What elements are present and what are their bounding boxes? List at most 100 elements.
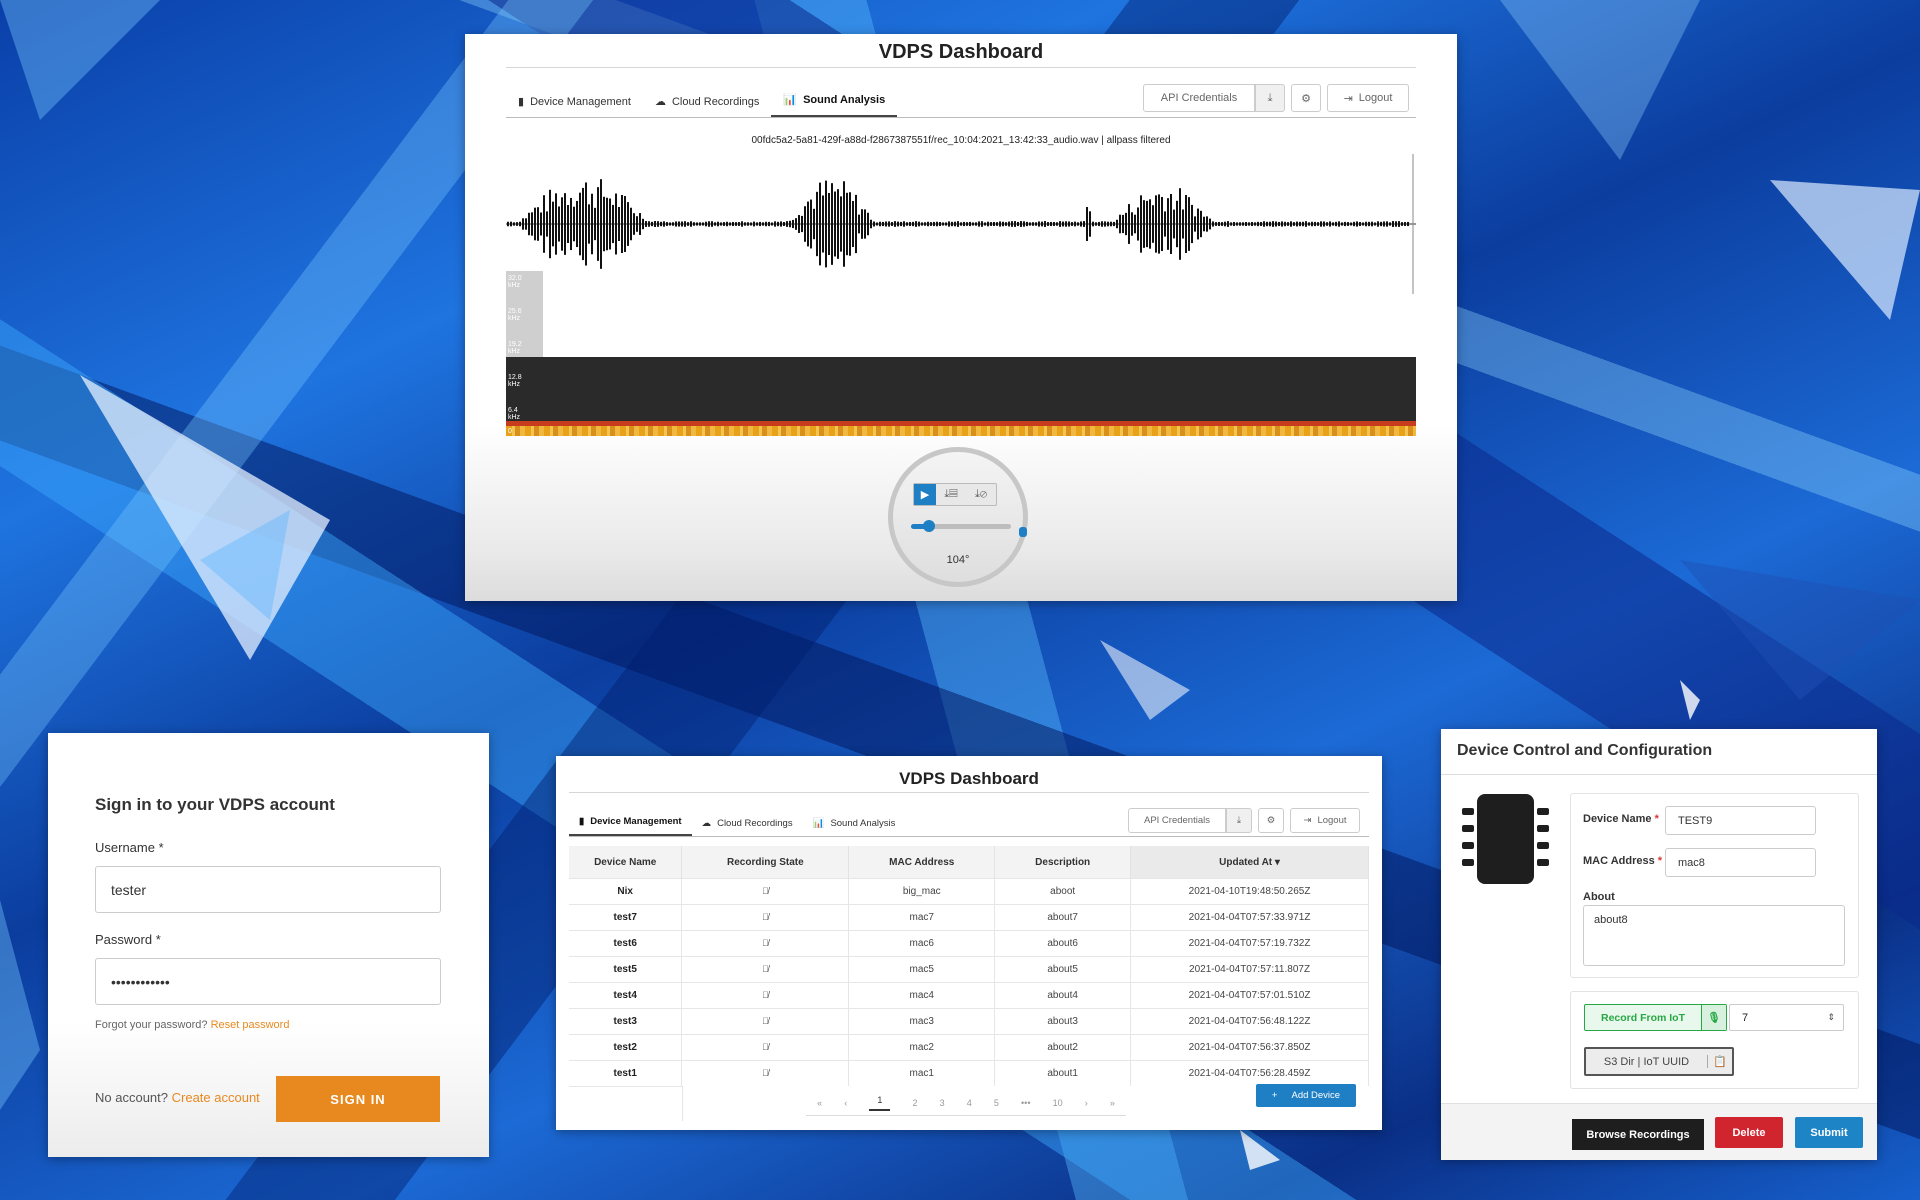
mac-address-cell: mac6 (848, 930, 996, 957)
column-header-updated-at[interactable]: Updated At ▾ (1130, 846, 1369, 879)
recording-state-cell: 🎙̸ (681, 878, 850, 905)
column-header[interactable]: Device Name (569, 846, 683, 879)
updated-at-cell: 2021-04-04T07:56:48.122Z (1130, 1008, 1369, 1035)
description-cell: about1 (994, 1060, 1132, 1086)
spinner-icon: ⇕ (1827, 1012, 1835, 1022)
page-link[interactable]: ••• (1021, 1098, 1030, 1108)
device-name-cell: test4 (569, 982, 683, 1009)
description-cell: about3 (994, 1008, 1132, 1035)
download-file-button[interactable]: ⤓▤ (936, 484, 966, 505)
api-credentials-button[interactable]: API Credentials (1128, 808, 1226, 833)
mac-address-cell: big_mac (848, 878, 996, 905)
device-config-panel: Device Control and Configuration Device … (1441, 729, 1877, 1160)
column-header[interactable]: MAC Address (848, 846, 996, 879)
about-textarea[interactable]: about8 (1583, 905, 1845, 966)
page-link[interactable]: « (817, 1098, 822, 1108)
download-button[interactable]: ⤓ (1226, 808, 1252, 833)
tab-cloud-recordings[interactable]: ☁ Cloud Recordings (643, 86, 771, 117)
record-from-iot-button[interactable]: Record From IoT 🎙 (1584, 1004, 1727, 1031)
table-row[interactable]: test6 🎙̸ mac6 about6 2021-04-04T07:57:19.732… (569, 930, 1369, 957)
table-row[interactable]: test2 🎙̸ mac2 about2 2021-04-04T07:56:37.850… (569, 1034, 1369, 1061)
tab-sound-analysis[interactable]: 📊 Sound Analysis (771, 84, 898, 117)
reset-password-link[interactable]: Reset password (211, 1019, 290, 1031)
dial-handle[interactable] (1019, 527, 1027, 537)
sign-in-button[interactable]: SIGN IN (276, 1076, 440, 1122)
page-link[interactable]: 1 (869, 1095, 891, 1111)
mac-address-field[interactable]: mac8 (1665, 848, 1816, 877)
device-name-cell: test1 (569, 1060, 683, 1086)
record-count-stepper[interactable]: 7 ⇕ (1729, 1004, 1844, 1031)
freq-label: 32.0 kHz (508, 275, 522, 289)
volume-slider[interactable] (911, 520, 1011, 532)
logout-button[interactable]: ⇥ Logout (1290, 808, 1360, 833)
tab-sound-analysis[interactable]: 📊 Sound Analysis (803, 810, 906, 836)
recording-state-cell: 🎙̸ (681, 1008, 850, 1035)
device-name-field[interactable]: TEST9 (1665, 806, 1816, 835)
freq-label: 25.6 kHz (508, 308, 522, 322)
page-link[interactable]: 2 (912, 1098, 917, 1108)
tab-device-management[interactable]: ▮ Device Management (569, 808, 692, 836)
browse-recordings-button[interactable]: Browse Recordings (1572, 1119, 1704, 1150)
recording-state-cell: 🎙̸ (681, 1060, 850, 1086)
sign-in-title: Sign in to your VDPS account (95, 795, 335, 814)
page-link[interactable]: ‹ (844, 1098, 847, 1108)
table-row[interactable]: test3 🎙̸ mac3 about3 2021-04-04T07:56:48.122… (569, 1008, 1369, 1035)
page-link[interactable]: 5 (994, 1098, 999, 1108)
chart-icon: 📊 (812, 817, 825, 829)
column-header[interactable]: Description (994, 846, 1132, 879)
updated-at-cell: 2021-04-04T07:57:01.510Z (1130, 982, 1369, 1009)
settings-button[interactable]: ⚙ (1291, 84, 1321, 112)
download-button[interactable]: ⤓ (1255, 84, 1285, 112)
download-filtered-icon: ⤓⊘ (974, 488, 988, 500)
logout-icon: ⇥ (1303, 815, 1312, 826)
description-cell: about7 (994, 904, 1132, 931)
table-row[interactable]: test7 🎙̸ mac7 about7 2021-04-04T07:57:33.971… (569, 904, 1369, 931)
table-row[interactable]: test1 🎙̸ mac1 about1 2021-04-04T07:56:28.459… (569, 1060, 1369, 1086)
password-label: Password * (95, 932, 161, 947)
mic-off-icon: 🎙̸ (761, 1042, 769, 1052)
table-row[interactable]: Nix 🎙̸ big_mac aboot 2021-04-10T19:48:50.265… (569, 878, 1369, 905)
play-button[interactable]: ▶ (914, 484, 936, 505)
description-cell: about5 (994, 956, 1132, 983)
tab-device-management[interactable]: ▮ Device Management (506, 86, 643, 117)
plus-icon: + (1271, 1090, 1278, 1101)
spectrogram[interactable]: 32.0 kHz 25.6 kHz 19.2 kHz 12.8 kHz 6.4 … (506, 271, 1416, 436)
page-link[interactable]: 3 (940, 1098, 945, 1108)
username-field[interactable]: tester (95, 866, 441, 913)
submit-button[interactable]: Submit (1795, 1117, 1863, 1148)
api-credentials-button[interactable]: API Credentials (1143, 84, 1255, 112)
create-account-link[interactable]: Create account (172, 1090, 260, 1105)
download-filtered-button[interactable]: ⤓⊘ (966, 484, 996, 505)
tab-cloud-recordings[interactable]: ☁ Cloud Recordings (692, 810, 803, 836)
rotation-readout: 104° (946, 554, 970, 566)
device-name-cell: test3 (569, 1008, 683, 1035)
volume-slider-handle[interactable] (923, 520, 935, 532)
logout-icon: ⇥ (1343, 92, 1353, 105)
page-link[interactable]: › (1085, 1098, 1088, 1108)
mic-off-icon: 🎙̸ (761, 938, 769, 948)
device-name-cell: Nix (569, 878, 683, 905)
page-link[interactable]: 10 (1053, 1098, 1063, 1108)
freq-label: 6.4 kHz (508, 407, 521, 421)
sign-in-panel: Sign in to your VDPS account Username * … (48, 733, 489, 1157)
mac-address-cell: mac3 (848, 1008, 996, 1035)
sort-desc-icon: ▾ (1274, 856, 1280, 868)
logout-button[interactable]: ⇥ Logout (1327, 84, 1409, 112)
table-row[interactable]: test4 🎙̸ mac4 about4 2021-04-04T07:57:01.510… (569, 982, 1369, 1009)
s3-dir-button[interactable]: S3 Dir | IoT UUID 📋 (1584, 1047, 1734, 1076)
column-header[interactable]: Recording State (681, 846, 850, 879)
delete-button[interactable]: Delete (1715, 1117, 1783, 1148)
updated-at-cell: 2021-04-04T07:57:33.971Z (1130, 904, 1369, 931)
settings-button[interactable]: ⚙ (1258, 808, 1284, 833)
table-row[interactable]: test5 🎙̸ mac5 about5 2021-04-04T07:57:11.807… (569, 956, 1369, 983)
recording-state-cell: 🎙̸ (681, 930, 850, 957)
page-link[interactable]: 4 (967, 1098, 972, 1108)
mac-address-cell: mac1 (848, 1060, 996, 1086)
password-field[interactable]: •••••••••••• (95, 958, 441, 1005)
add-device-button[interactable]: + Add Device (1256, 1084, 1356, 1107)
username-label: Username * (95, 840, 164, 855)
recording-state-cell: 🎙̸ (681, 904, 850, 931)
page-link[interactable]: » (1110, 1098, 1115, 1108)
freq-label: 19.2 kHz (508, 341, 522, 355)
playback-dial[interactable]: ▶ ⤓▤ ⤓⊘ 104° (888, 447, 1028, 587)
